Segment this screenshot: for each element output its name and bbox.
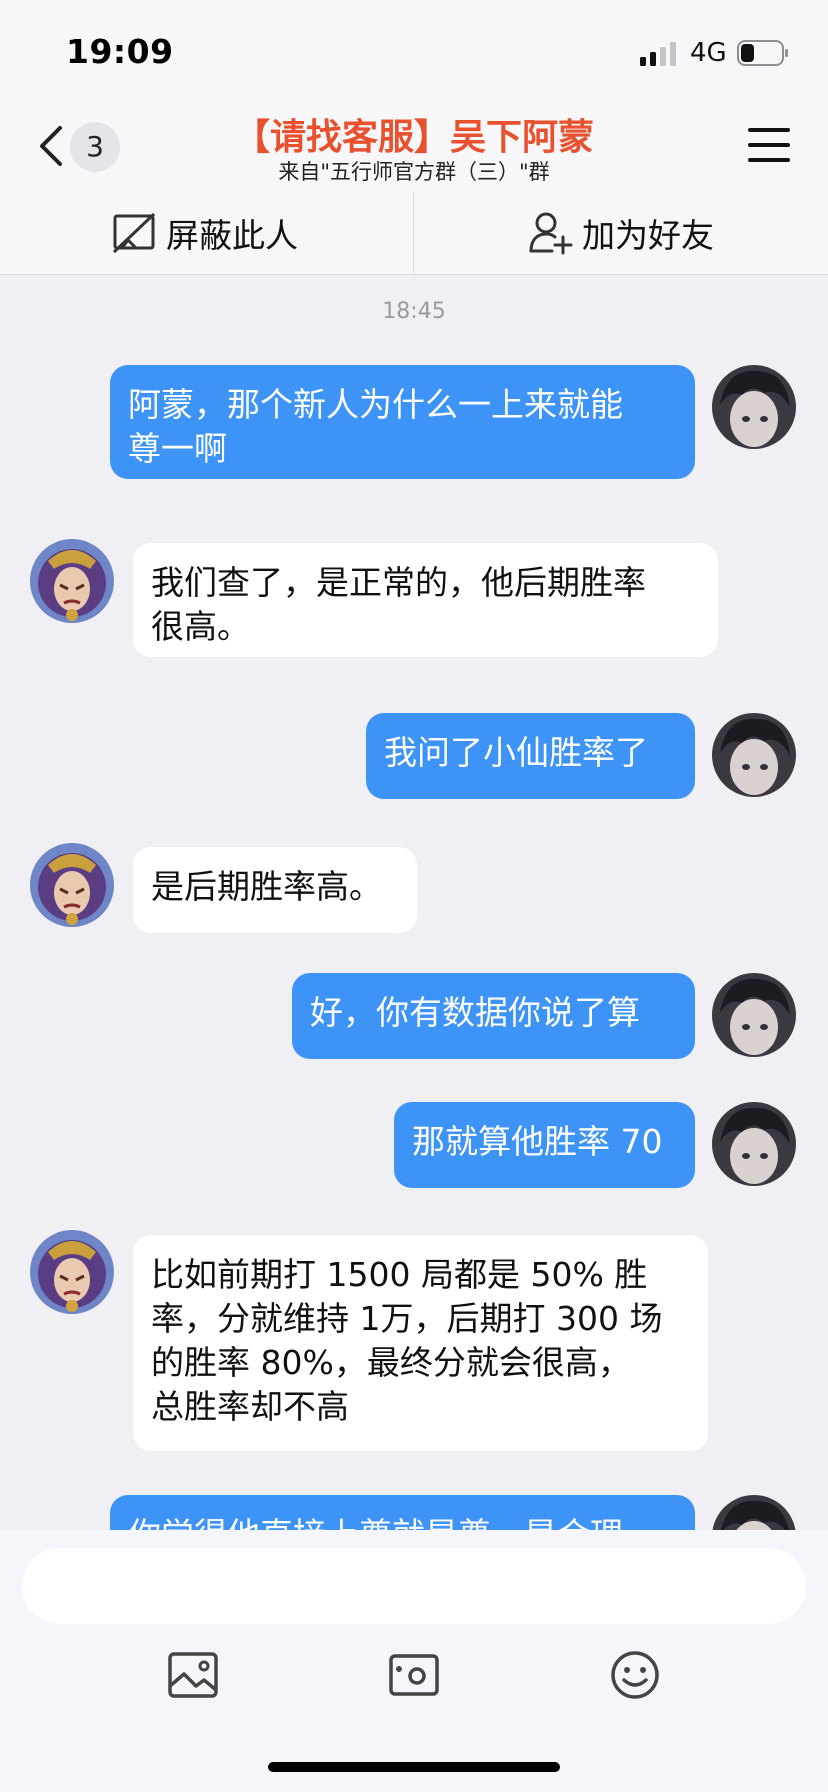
chat-header: 3 【请找客服】吴下阿蒙 来自"五行师官方群（三）"群 (0, 100, 828, 192)
action-bar: 屏蔽此人 加为好友 (0, 192, 828, 275)
camera-icon[interactable] (387, 1648, 441, 1702)
message-bubble-incoming[interactable]: 比如前期打 1500 局都是 50% 胜 率，分就维持 1万，后期打 300 场… (133, 1235, 708, 1451)
menu-icon[interactable] (748, 128, 790, 164)
add-friend-icon (529, 212, 573, 255)
my-avatar[interactable] (712, 973, 796, 1057)
battery-icon (737, 40, 788, 66)
cellular-signal-icon (640, 42, 676, 66)
message-bubble-outgoing[interactable]: 你觉得他直接上尊就是尊，是合理 (110, 1495, 695, 1530)
message-bubble-incoming[interactable]: 是后期胜率高。 (133, 847, 417, 933)
contact-avatar[interactable] (30, 539, 114, 623)
add-friend-label: 加为好友 (582, 216, 714, 255)
network-type: 4G (690, 38, 727, 68)
block-user-button[interactable]: 屏蔽此人 (112, 192, 298, 274)
message-timestamp: 18:45 (382, 299, 446, 324)
message-bubble-outgoing[interactable]: 阿蒙，那个新人为什么一上来就能 尊一啊 (110, 365, 695, 479)
block-user-label: 屏蔽此人 (166, 216, 298, 255)
status-time: 19:09 (66, 32, 174, 71)
message-bubble-incoming[interactable]: 我们查了，是正常的，他后期胜率 很高。 (133, 543, 718, 657)
status-bar: 19:09 4G (0, 0, 828, 100)
emoji-icon[interactable] (608, 1648, 662, 1702)
chat-title: 【请找客服】吴下阿蒙 (233, 117, 594, 158)
my-avatar[interactable] (712, 713, 796, 797)
image-icon[interactable] (166, 1648, 220, 1702)
my-avatar[interactable] (712, 365, 796, 449)
message-input[interactable] (22, 1548, 806, 1624)
action-divider (413, 192, 414, 274)
my-avatar[interactable] (712, 1102, 796, 1186)
message-bubble-outgoing[interactable]: 好，你有数据你说了算 (292, 973, 695, 1059)
chat-subtitle: 来自"五行师官方群（三）"群 (278, 160, 550, 184)
chat-message-list[interactable]: 18:45 阿蒙，那个新人为什么一上来就能 尊一啊 我们查了，是正常的，他后期胜… (0, 275, 828, 1530)
message-bubble-outgoing[interactable]: 我问了小仙胜率了 (366, 713, 695, 799)
contact-avatar[interactable] (30, 1230, 114, 1314)
add-friend-button[interactable]: 加为好友 (528, 192, 714, 274)
contact-avatar[interactable] (30, 843, 114, 927)
block-icon (112, 212, 156, 254)
input-panel (0, 1530, 828, 1792)
my-avatar[interactable] (712, 1495, 796, 1530)
home-indicator[interactable] (268, 1762, 560, 1772)
message-bubble-outgoing[interactable]: 那就算他胜率 70 (394, 1102, 695, 1188)
